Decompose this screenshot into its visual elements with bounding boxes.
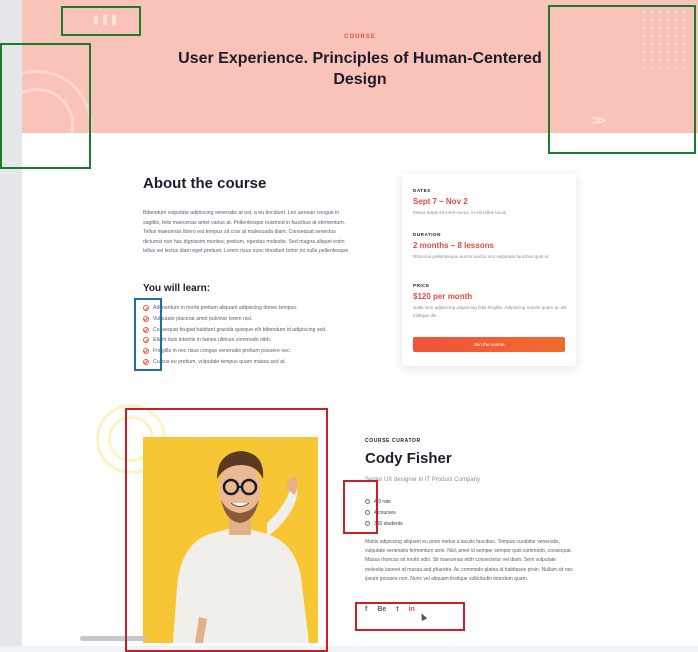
stat-rate: 4.9 rate bbox=[365, 496, 403, 507]
curator-name: Cody Fisher bbox=[365, 450, 452, 467]
curator-role: Senior UX designer in IT Product Company bbox=[365, 477, 480, 483]
duration-value: 2 months – 8 lessons bbox=[413, 241, 494, 250]
duration-note: Rhoncus pellentesque auctor auctor orci … bbox=[413, 254, 550, 259]
about-body: Bibendum vulputate adipiscing venenatis … bbox=[143, 210, 350, 255]
learn-title: You will learn: bbox=[143, 283, 211, 294]
list-item-text: Adimentum in morbi pretium aliquam adipi… bbox=[153, 305, 298, 312]
check-circle-icon bbox=[143, 316, 149, 323]
list-item: Adimentum in morbi pretium aliquam adipi… bbox=[143, 303, 383, 314]
price-block: PRICE $120 per month Nulla sem adipiscin… bbox=[413, 283, 567, 320]
browser-left-margin bbox=[0, 0, 22, 652]
price-note: Nulla sem adipiscing adipiscing felis fr… bbox=[413, 305, 567, 318]
price-label: PRICE bbox=[413, 283, 430, 288]
curator-eyebrow: COURSE CURATOR bbox=[365, 438, 421, 444]
dates-block: DATES Sept 7 – Nov 2 Metus turpis sit lo… bbox=[413, 188, 567, 217]
decorative-chevrons-icon: >> bbox=[592, 112, 605, 128]
facebook-icon[interactable]: f bbox=[365, 606, 367, 613]
stat-text: 350 students bbox=[374, 520, 403, 527]
star-icon bbox=[365, 499, 370, 504]
dates-note: Metus turpis sit lorem lacus, in elit te… bbox=[413, 210, 508, 215]
dates-value: Sept 7 – Nov 2 bbox=[413, 197, 468, 206]
horizontal-scrollbar[interactable] bbox=[80, 636, 146, 641]
check-circle-icon bbox=[143, 337, 149, 344]
list-item-text: Consequat feugiat habitant gravida quisq… bbox=[153, 326, 327, 333]
about-title: About the course bbox=[143, 175, 267, 192]
join-course-button[interactable]: Join the course bbox=[413, 337, 565, 352]
stat-text: 4 courses bbox=[374, 509, 396, 516]
list-item: Vulputate placerat amet pulvinar lorem n… bbox=[143, 314, 383, 325]
course-page: >> COURSE User Experience. Principles of… bbox=[22, 0, 698, 646]
stat-text: 4.9 rate bbox=[374, 498, 391, 505]
check-circle-icon bbox=[143, 326, 149, 333]
behance-icon[interactable]: Be bbox=[377, 606, 386, 613]
duration-label: DURATION bbox=[413, 232, 441, 237]
dates-label: DATES bbox=[413, 188, 431, 193]
list-item: Cursus eu pretium, vulputate tempus quam… bbox=[143, 356, 383, 367]
stat-students: 350 students bbox=[365, 518, 403, 529]
list-item: Consequat feugiat habitant gravida quisq… bbox=[143, 324, 383, 335]
curator-stats: 4.9 rate 4 courses 350 students bbox=[365, 496, 403, 529]
decorative-bars-icon bbox=[94, 12, 134, 26]
hero-banner: >> COURSE User Experience. Principles of… bbox=[22, 0, 698, 133]
check-circle-icon bbox=[143, 358, 149, 365]
browser-bottom-margin bbox=[0, 646, 698, 652]
list-item-text: Cursus eu pretium, vulputate tempus quam… bbox=[153, 358, 286, 365]
page-title: User Experience. Principles of Human-Cen… bbox=[178, 50, 542, 88]
list-item-text: Etiam duis lobortis in fames ultrices co… bbox=[153, 337, 272, 344]
duration-block: DURATION 2 months – 8 lessons Rhoncus pe… bbox=[413, 232, 567, 261]
mouse-cursor-icon bbox=[418, 612, 428, 621]
curator-photo bbox=[143, 437, 318, 643]
play-icon bbox=[365, 510, 370, 515]
linkedin-icon[interactable]: in bbox=[409, 606, 415, 613]
list-item: Fringilla in nec risus congue venenatis … bbox=[143, 346, 383, 357]
curator-bio: Mattis adipiscing aliquam eu proin metus… bbox=[365, 539, 573, 582]
check-circle-icon bbox=[143, 305, 149, 312]
list-item: Etiam duis lobortis in fames ultrices co… bbox=[143, 335, 383, 346]
users-icon bbox=[365, 521, 370, 526]
price-value: $120 per month bbox=[413, 292, 473, 301]
twitter-icon[interactable]: t bbox=[396, 606, 398, 613]
curator-portrait-image bbox=[173, 451, 309, 643]
learn-list: Adimentum in morbi pretium aliquam adipi… bbox=[143, 303, 383, 367]
social-links: f Be t in bbox=[365, 606, 425, 613]
hero-eyebrow: COURSE bbox=[344, 34, 376, 40]
course-info-card: DATES Sept 7 – Nov 2 Metus turpis sit lo… bbox=[402, 174, 576, 366]
list-item-text: Vulputate placerat amet pulvinar lorem n… bbox=[153, 316, 253, 323]
check-circle-icon bbox=[143, 348, 149, 355]
list-item-text: Fringilla in nec risus congue venenatis … bbox=[153, 348, 292, 355]
stat-courses: 4 courses bbox=[365, 507, 403, 518]
